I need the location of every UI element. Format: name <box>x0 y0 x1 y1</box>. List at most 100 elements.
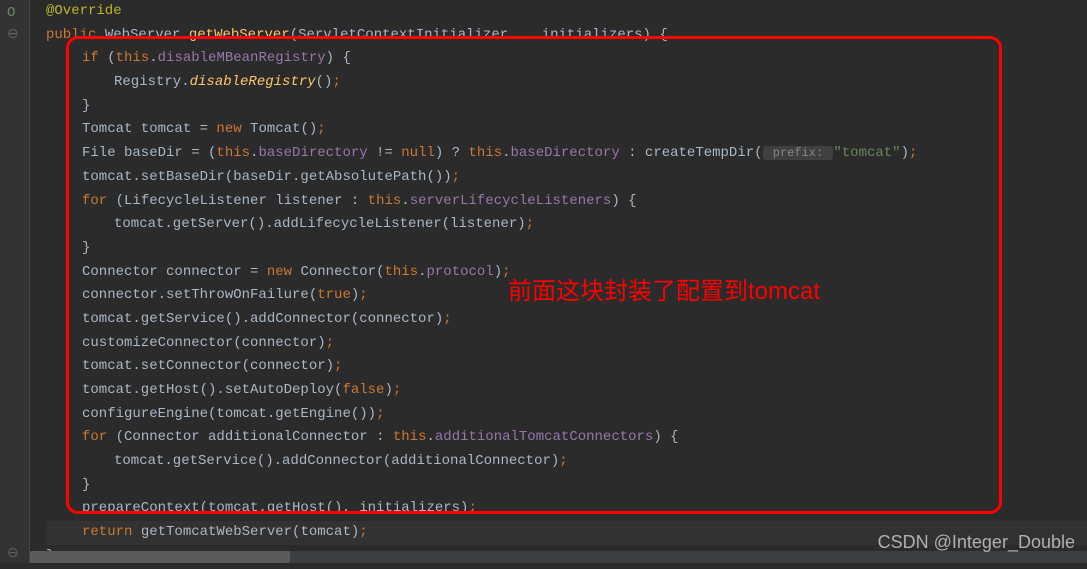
punct: ( <box>99 50 116 66</box>
semicolon: ; <box>909 145 917 161</box>
code-line: Connector connector = new Connector(this… <box>46 261 1087 285</box>
semicolon: ; <box>452 169 460 185</box>
code-line: } <box>46 474 1087 498</box>
semicolon: ; <box>443 311 451 327</box>
function-name: getWebServer <box>189 27 290 43</box>
params-text: (ServletContextInitializer... initialize… <box>290 27 668 43</box>
keyword: new <box>216 121 241 137</box>
code-text: ) ? <box>435 145 469 161</box>
param-hint-inlay: prefix: <box>763 146 834 160</box>
semicolon: ; <box>317 121 325 137</box>
code-line: tomcat.getService().addConnector(additio… <box>46 450 1087 474</box>
code-line: configureEngine(tomcat.getEngine()); <box>46 403 1087 427</box>
semicolon: ; <box>359 287 367 303</box>
code-text: Connector( <box>292 264 384 280</box>
code-line: } <box>46 95 1087 119</box>
semicolon: ; <box>332 74 340 90</box>
field-ref: baseDirectory <box>511 145 620 161</box>
code-text: ) <box>384 382 392 398</box>
code-line: } <box>46 237 1087 261</box>
code-text: tomcat.setConnector(connector) <box>82 358 334 374</box>
code-line: tomcat.getService().addConnector(connect… <box>46 308 1087 332</box>
code-text: ) <box>901 145 909 161</box>
semicolon: ; <box>376 406 384 422</box>
code-line: Registry.disableRegistry(); <box>46 71 1087 95</box>
code-text: ) <box>494 264 502 280</box>
code-text: customizeConnector(connector) <box>82 335 326 351</box>
keyword: false <box>342 382 384 398</box>
code-line: tomcat.setBaseDir(baseDir.getAbsolutePat… <box>46 166 1087 190</box>
code-line: for (Connector additionalConnector : thi… <box>46 426 1087 450</box>
code-text: tomcat.getHost().setAutoDeploy( <box>82 382 342 398</box>
editor-gutter: O ⊖ ⊖ <box>0 0 30 563</box>
brace: } <box>82 240 90 256</box>
code-text: Registry. <box>114 74 190 90</box>
code-text: (Connector additionalConnector : <box>107 429 393 445</box>
field-ref: disableMBeanRegistry <box>158 50 326 66</box>
code-text: Tomcat tomcat = <box>82 121 216 137</box>
code-text: tomcat.getService().addConnector(additio… <box>114 453 559 469</box>
keyword: null <box>401 145 435 161</box>
semicolon: ; <box>359 524 367 540</box>
code-text: tomcat.getService().addConnector(connect… <box>82 311 443 327</box>
code-text: ) { <box>611 193 636 209</box>
code-line: if (this.disableMBeanRegistry) { <box>46 47 1087 71</box>
static-call: disableRegistry <box>190 74 316 90</box>
brace: } <box>82 477 90 493</box>
code-line: @Override <box>46 0 1087 24</box>
code-editor[interactable]: @Override public WebServer getWebServer(… <box>30 0 1087 563</box>
scrollbar-thumb[interactable] <box>30 551 290 563</box>
code-text: getTomcatWebServer(tomcat) <box>132 524 359 540</box>
code-line: customizeConnector(connector); <box>46 332 1087 356</box>
code-text: ) <box>351 287 359 303</box>
field-ref: additionalTomcatConnectors <box>435 429 653 445</box>
keyword-this: this <box>216 145 250 161</box>
field-ref: protocol <box>427 264 494 280</box>
code-line: prepareContext(tomcat.getHost(), initial… <box>46 497 1087 521</box>
code-text: configureEngine(tomcat.getEngine()) <box>82 406 376 422</box>
keyword-this: this <box>384 264 418 280</box>
code-line: tomcat.getServer().addLifecycleListener(… <box>46 213 1087 237</box>
code-text: Tomcat() <box>242 121 318 137</box>
code-text: : createTempDir( <box>620 145 763 161</box>
keyword: for <box>82 429 107 445</box>
punct: . <box>502 145 510 161</box>
code-text: tomcat.setBaseDir(baseDir.getAbsolutePat… <box>82 169 452 185</box>
code-line-current: return getTomcatWebServer(tomcat); <box>46 521 1087 545</box>
keyword: if <box>82 50 99 66</box>
fold-icon[interactable]: ⊖ <box>7 543 19 567</box>
code-text: (LifecycleListener listener : <box>107 193 367 209</box>
punct: . <box>418 264 426 280</box>
punct: ) { <box>326 50 351 66</box>
fold-icon[interactable]: ⊖ <box>7 24 19 48</box>
keyword: public <box>46 27 96 43</box>
code-text: connector.setThrowOnFailure( <box>82 287 317 303</box>
keyword: true <box>317 287 351 303</box>
semicolon: ; <box>468 500 476 516</box>
semicolon: ; <box>559 453 567 469</box>
semicolon: ; <box>393 382 401 398</box>
annotation-text: @Override <box>46 3 122 19</box>
code-line: connector.setThrowOnFailure(true); <box>46 284 1087 308</box>
keyword-this: this <box>116 50 150 66</box>
horizontal-scrollbar[interactable] <box>30 551 1087 563</box>
code-line: for (LifecycleListener listener : this.s… <box>46 190 1087 214</box>
semicolon: ; <box>502 264 510 280</box>
punct: . <box>401 193 409 209</box>
field-ref: baseDirectory <box>258 145 367 161</box>
string-literal: "tomcat" <box>833 145 900 161</box>
code-line: Tomcat tomcat = new Tomcat(); <box>46 118 1087 142</box>
code-text: prepareContext(tomcat.getHost(), initial… <box>82 500 468 516</box>
code-text: Connector connector = <box>82 264 267 280</box>
keyword: new <box>267 264 292 280</box>
code-text: () <box>316 74 333 90</box>
keyword: for <box>82 193 107 209</box>
code-text: File baseDir = ( <box>82 145 216 161</box>
punct: . <box>149 50 157 66</box>
punct: . <box>426 429 434 445</box>
keyword-this: this <box>368 193 402 209</box>
keyword-this: this <box>468 145 502 161</box>
code-line: tomcat.setConnector(connector); <box>46 355 1087 379</box>
semicolon: ; <box>326 335 334 351</box>
override-marker-icon[interactable]: O <box>7 2 15 26</box>
